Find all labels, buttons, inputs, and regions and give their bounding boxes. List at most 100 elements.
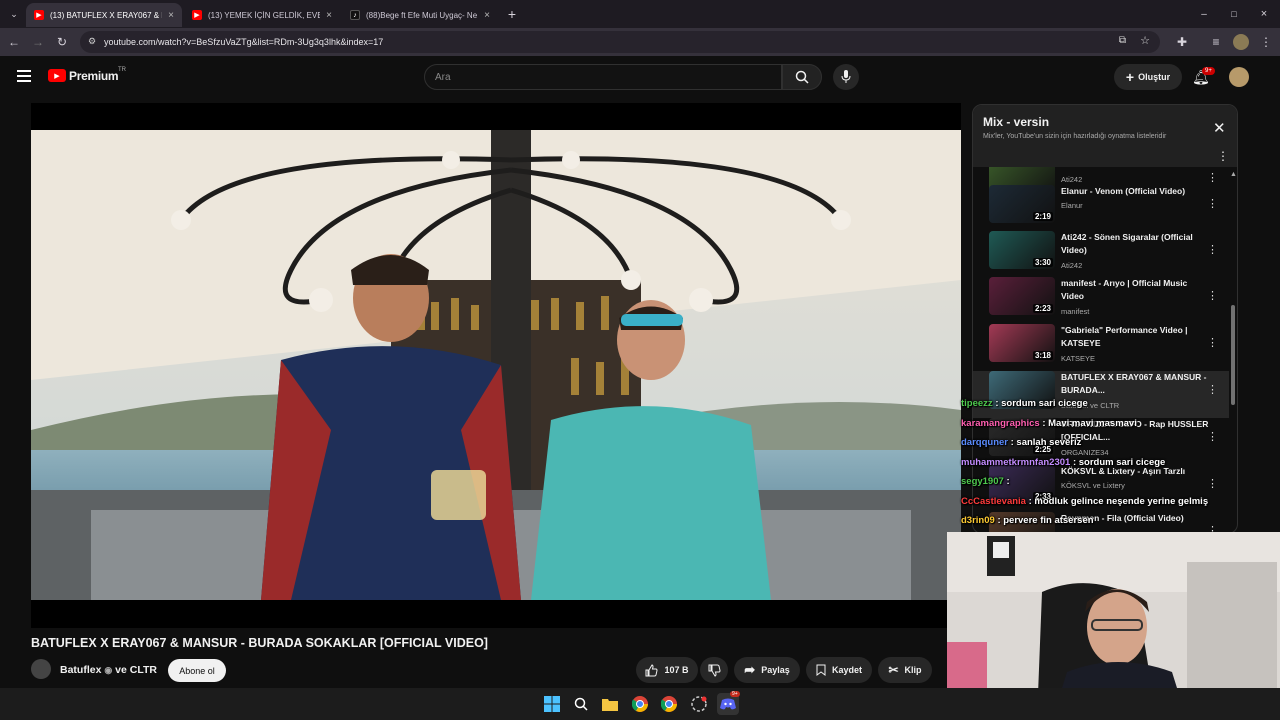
tiktok-favicon-icon: ♪	[350, 10, 360, 20]
forward-icon[interactable]: →	[28, 32, 48, 52]
item-menu-icon[interactable]: ⋮	[1207, 477, 1218, 490]
media-control-icon[interactable]: ≡	[1206, 32, 1226, 52]
extensions-icon[interactable]: ✚	[1172, 32, 1192, 52]
chat-text: : sordum sari cicege	[1072, 457, 1166, 468]
microphone-icon	[841, 70, 851, 83]
back-icon[interactable]: ←	[4, 32, 24, 52]
share-arrow-icon: ➦	[744, 662, 756, 677]
tab-search-icon[interactable]: ⌄	[4, 4, 24, 24]
voice-search-button[interactable]	[833, 64, 859, 90]
playlist-item-title[interactable]: Ati242 - Sönen Sigaralar (Official Video…	[1061, 231, 1209, 257]
install-icon[interactable]: ⧉	[1119, 35, 1126, 46]
scroll-up-icon[interactable]: ▲	[1230, 171, 1237, 178]
playlist-item-title[interactable]: manifest - Arıyo | Official Music Video	[1061, 277, 1209, 303]
video-thumbnail[interactable]: 3:18	[989, 324, 1055, 362]
collab-channel-text[interactable]: ve CLTR	[115, 664, 157, 676]
close-tab-icon[interactable]: ×	[484, 10, 490, 21]
item-menu-icon[interactable]: ⋮	[1207, 289, 1218, 302]
app-icon[interactable]	[688, 693, 710, 715]
video-thumbnail[interactable]: 2:19	[989, 185, 1055, 223]
chat-text: : modluk gelince neşende yerine gelmiş	[1028, 496, 1209, 507]
video-title: BATUFLEX X ERAY067 & MANSUR - BURADA SOK…	[31, 636, 488, 650]
item-menu-icon[interactable]: ⋮	[1207, 336, 1218, 349]
share-button[interactable]: ➦ Paylaş	[734, 657, 800, 683]
close-icon[interactable]: ✕	[1213, 119, 1226, 137]
bookmark-icon	[816, 664, 826, 676]
site-info-icon[interactable]: ⚙	[88, 36, 96, 47]
dislike-button[interactable]	[700, 657, 728, 683]
account-avatar[interactable]	[1229, 67, 1249, 87]
playlist-item-title[interactable]: BATUFLEX X ERAY067 & MANSUR - BURADA...	[1061, 371, 1209, 397]
scissors-icon: ✂	[888, 663, 899, 677]
channel-name[interactable]: Batuflex ◉ ve CLTR	[60, 664, 157, 676]
create-button[interactable]: + Oluştur	[1114, 64, 1182, 90]
playlist-item-artist: KATSEYE	[1061, 354, 1096, 363]
new-tab-icon[interactable]: +	[502, 4, 522, 24]
playlist-item[interactable]: BATUFLEX X ERAY067 & MANSUR - BURADA... B…	[973, 371, 1229, 418]
more-options-icon[interactable]: ⋮	[1217, 149, 1229, 163]
browser-tab[interactable]: ♪ (88)Bege ft Efe Muti Uygaç- Ne ×	[342, 3, 498, 27]
reload-icon[interactable]: ↻	[52, 32, 72, 52]
browser-tab[interactable]: ▶ (13) YEMEK İÇİN GELDİK, EVE A ×	[184, 3, 340, 27]
playlist-item-artist: ORGANIZE34	[1061, 448, 1109, 457]
notification-badge: 9+	[1202, 67, 1215, 75]
item-menu-icon[interactable]: ⋮	[1207, 430, 1218, 443]
browser-toolbar: ← → ↻ ⚙ youtube.com/watch?v=BeSfzuVaZTg&…	[0, 28, 1280, 56]
video-thumbnail[interactable]: 3:30	[989, 231, 1055, 269]
channel-avatar[interactable]	[31, 659, 51, 679]
playlist-header: Mix - versin Mix'ler, YouTube'un sizin i…	[973, 105, 1237, 167]
chat-text: : pervere fin atsersen	[997, 515, 1094, 526]
close-tab-icon[interactable]: ×	[326, 10, 332, 21]
profile-avatar[interactable]	[1233, 34, 1249, 50]
playlist-items: 2:48Ati242⋮2:19Elanur - Venom (Official …	[973, 167, 1237, 533]
address-bar[interactable]: ⚙ youtube.com/watch?v=BeSfzuVaZTg&list=R…	[80, 31, 1160, 53]
chat-message: segy1907 :	[961, 476, 1010, 487]
chat-username: CcCastlevania	[961, 496, 1026, 507]
playlist-item[interactable]: 3:18 "Gabriela" Performance Video | KATSE…	[973, 324, 1229, 371]
bookmark-star-icon[interactable]: ☆	[1140, 34, 1150, 47]
playlist-item[interactable]: 2:23 manifest - Arıyo | Official Music Vi…	[973, 277, 1229, 324]
file-explorer-icon[interactable]	[599, 693, 621, 715]
chrome-icon[interactable]	[629, 693, 651, 715]
playlist-item-title[interactable]: "Gabriela" Performance Video | KATSEYE	[1061, 324, 1209, 350]
tab-title: (13) BATUFLEX X ERAY067 & M	[50, 10, 163, 20]
hamburger-menu-icon[interactable]	[17, 70, 31, 82]
search-icon[interactable]	[570, 693, 592, 715]
thumbs-up-icon	[645, 663, 658, 676]
video-player[interactable]	[31, 103, 961, 628]
windows-start-icon[interactable]	[541, 693, 563, 715]
item-menu-icon[interactable]: ⋮	[1207, 383, 1218, 396]
close-window-icon[interactable]: ×	[1254, 4, 1274, 24]
discord-notification-badge: 9+	[730, 691, 740, 697]
like-button[interactable]: 107 B	[636, 657, 698, 683]
youtube-logo-icon[interactable]: ▶	[48, 69, 66, 82]
search-input[interactable]: Ara	[424, 64, 782, 90]
maximize-icon[interactable]: □	[1224, 4, 1244, 24]
search-button[interactable]	[782, 64, 822, 90]
chat-username: tipeezz	[961, 398, 993, 409]
logo-text[interactable]: Premium	[69, 69, 119, 83]
url-text: youtube.com/watch?v=BeSfzuVaZTg&list=RDm…	[104, 37, 384, 47]
playlist-item-artist: KÖKSVL ve Lixtery	[1061, 481, 1125, 490]
video-duration: 3:18	[1032, 351, 1053, 360]
minimize-icon[interactable]: –	[1194, 4, 1214, 24]
subscribe-button[interactable]: Abone ol	[168, 659, 226, 682]
channel-name-text[interactable]: Batuflex	[60, 664, 101, 676]
menu-dots-icon[interactable]: ⋮	[1256, 32, 1276, 52]
video-thumbnail[interactable]: 2:23	[989, 277, 1055, 315]
item-menu-icon[interactable]: ⋮	[1207, 171, 1218, 184]
playlist-item[interactable]: 3:30 Ati242 - Sönen Sigaralar (Official V…	[973, 231, 1229, 278]
close-tab-icon[interactable]: ×	[168, 10, 174, 21]
clip-button[interactable]: ✂ Klip	[878, 657, 932, 683]
youtube-favicon-icon: ▶	[34, 10, 44, 20]
playlist-scrollbar[interactable]	[1231, 305, 1235, 405]
item-menu-icon[interactable]: ⋮	[1207, 197, 1218, 210]
playlist-item-title[interactable]: Elanur - Venom (Official Video)	[1061, 185, 1209, 198]
playlist-item[interactable]: 2:19 Elanur - Venom (Official Video) Elanu…	[973, 185, 1229, 232]
chat-message: darqquner : sanlah severiz	[961, 437, 1081, 448]
search-placeholder: Ara	[435, 72, 451, 83]
chrome-icon[interactable]	[658, 693, 680, 715]
item-menu-icon[interactable]: ⋮	[1207, 243, 1218, 256]
save-button[interactable]: Kaydet	[806, 657, 872, 683]
browser-tab[interactable]: ▶ (13) BATUFLEX X ERAY067 & M ×	[26, 3, 182, 27]
